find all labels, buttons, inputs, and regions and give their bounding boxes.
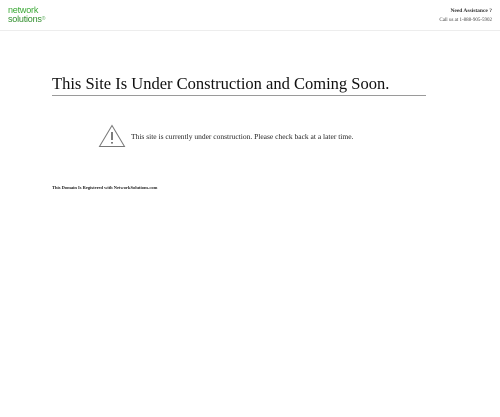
logo-line-solutions: solutions® xyxy=(8,15,56,24)
site-header: network solutions® Need Assistance ? Cal… xyxy=(0,0,500,31)
logo-registered-mark: ® xyxy=(41,16,46,22)
network-solutions-logo[interactable]: network solutions® xyxy=(8,6,56,24)
construction-notice: This site is currently under constructio… xyxy=(98,124,353,148)
warning-triangle-icon xyxy=(98,124,126,147)
page-title: This Site Is Under Construction and Comi… xyxy=(52,73,426,96)
notice-text: This site is currently under constructio… xyxy=(131,131,354,141)
logo-solutions-text: solutions xyxy=(8,14,42,24)
assistance-phone[interactable]: Call us at 1-888-905-5902 xyxy=(439,16,492,25)
assistance-box: Need Assistance ? Call us at 1-888-905-5… xyxy=(439,7,492,25)
registered-with-link[interactable]: This Domain Is Registered with NetworkSo… xyxy=(52,185,157,190)
main-content: This Site Is Under Construction and Comi… xyxy=(0,31,500,417)
assistance-title: Need Assistance ? xyxy=(450,8,492,14)
